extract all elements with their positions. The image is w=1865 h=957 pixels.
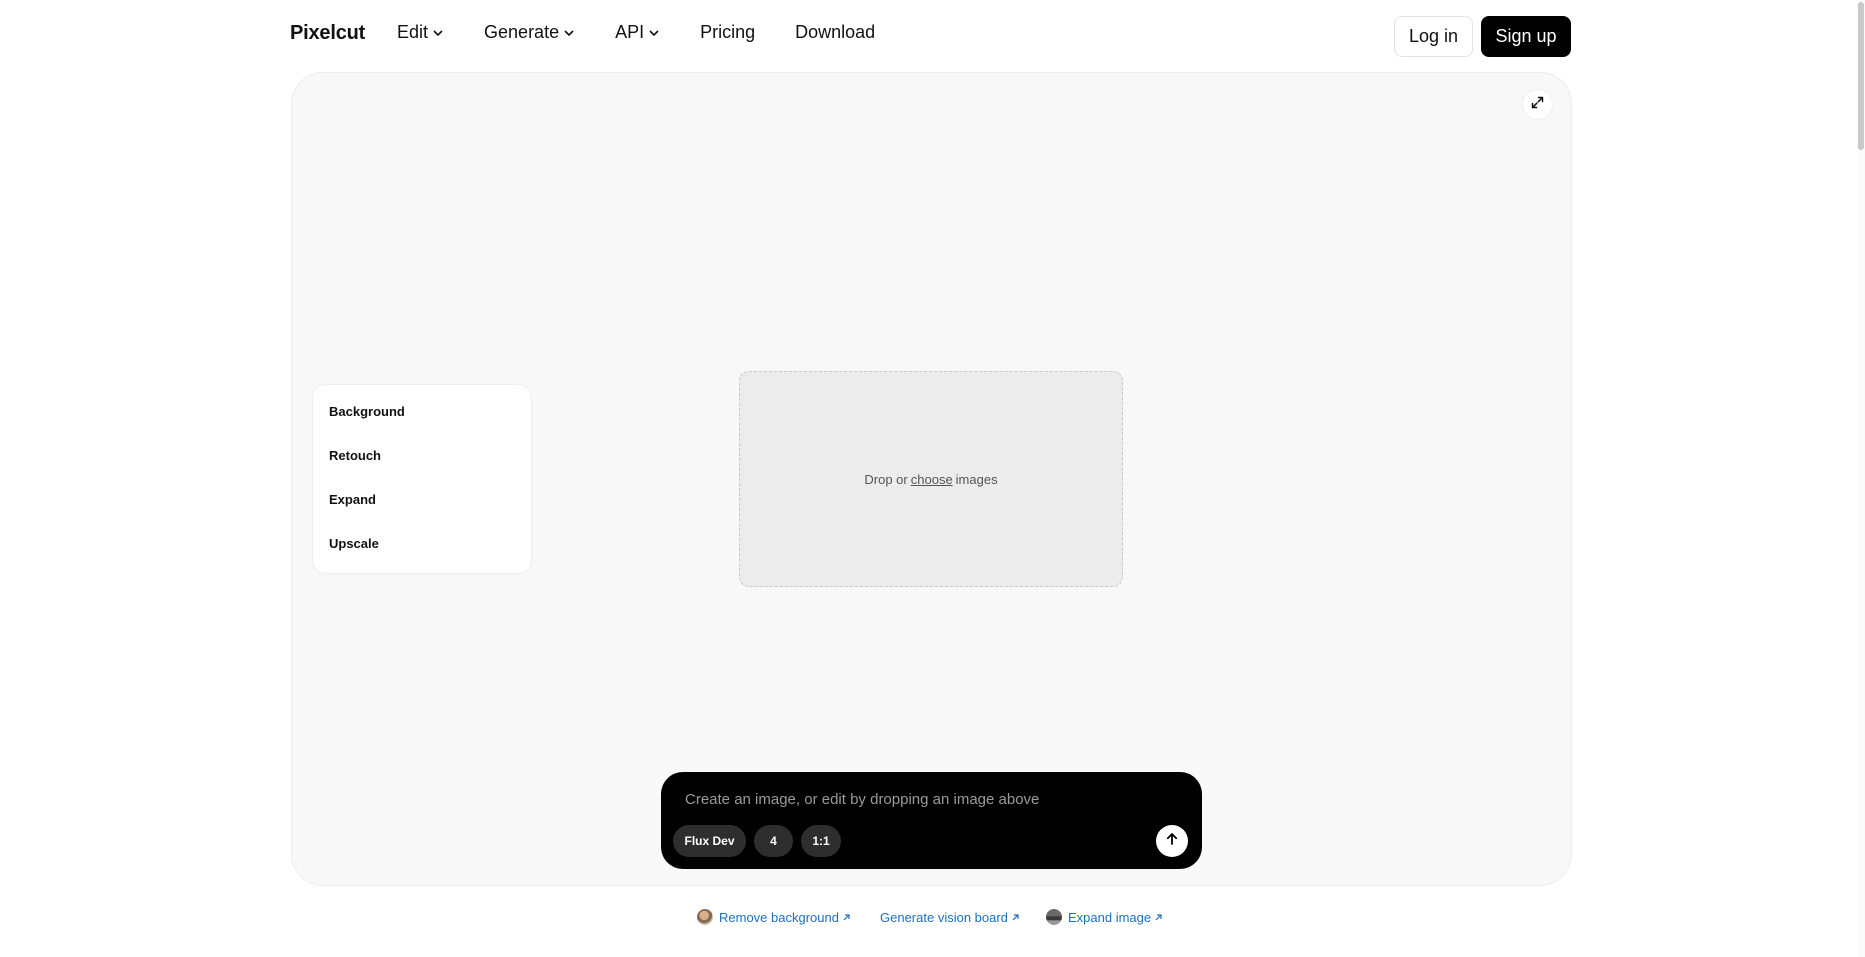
signup-button[interactable]: Sign up	[1481, 16, 1571, 57]
external-arrow-icon	[1011, 910, 1020, 925]
nav-item-edit[interactable]: Edit	[397, 22, 444, 43]
expand-arrows-icon	[1531, 96, 1544, 114]
choose-images-link[interactable]: choose	[911, 472, 953, 487]
tool-background[interactable]: Background	[313, 404, 531, 448]
tool-retouch[interactable]: Retouch	[313, 448, 531, 492]
chevron-down-icon	[563, 27, 575, 39]
drop-zone-prefix: Drop or	[864, 471, 908, 487]
nav-item-pricing[interactable]: Pricing	[700, 22, 755, 43]
chevron-down-icon	[432, 27, 444, 39]
quick-links: Remove background Generate vision board …	[0, 907, 1865, 927]
external-arrow-icon	[842, 910, 851, 925]
nav-item-label: Generate	[484, 22, 560, 42]
remove-background-link[interactable]: Remove background	[697, 907, 851, 927]
nav-item-download[interactable]: Download	[795, 22, 875, 43]
model-selector[interactable]: Flux Dev	[673, 825, 746, 857]
main-nav: Edit Generate API Pricing Download	[397, 22, 915, 43]
login-button[interactable]: Log in	[1394, 16, 1473, 57]
scrollbar-thumb[interactable]	[1858, 2, 1864, 150]
external-arrow-icon	[1154, 910, 1163, 925]
image-count-selector[interactable]: 4	[754, 825, 793, 857]
fullscreen-button[interactable]	[1522, 89, 1553, 120]
header: Pixelcut Edit Generate API Pricing Downl…	[0, 0, 1865, 72]
expand-image-link[interactable]: Expand image	[1046, 907, 1163, 927]
nav-item-generate[interactable]: Generate	[484, 22, 575, 43]
link-label: Generate vision board	[880, 909, 1008, 925]
nav-item-label: Pricing	[700, 22, 756, 42]
nav-item-label: Edit	[397, 22, 429, 42]
prompt-bar: Flux Dev 4 1:1	[661, 772, 1202, 869]
link-label: Remove background	[719, 909, 839, 925]
prompt-input[interactable]	[683, 786, 1163, 812]
arrow-up-icon	[1165, 832, 1179, 851]
drop-zone-suffix: images	[955, 471, 998, 487]
aspect-ratio-selector[interactable]: 1:1	[801, 825, 841, 857]
image-drop-zone[interactable]: Drop or choose images	[739, 371, 1123, 587]
generate-vision-board-link[interactable]: Generate vision board	[880, 907, 1020, 927]
link-label: Expand image	[1068, 909, 1152, 925]
tool-upscale[interactable]: Upscale	[313, 536, 531, 580]
chevron-down-icon	[648, 27, 660, 39]
thumbnail-avatar	[697, 909, 713, 925]
tool-expand[interactable]: Expand	[313, 492, 531, 536]
nav-item-api[interactable]: API	[615, 22, 660, 43]
send-button[interactable]	[1156, 825, 1188, 857]
thumbnail-avatar	[1046, 909, 1062, 925]
nav-item-label: Download	[795, 22, 876, 42]
page-scrollbar[interactable]	[1857, 0, 1865, 957]
nav-item-label: API	[615, 22, 645, 42]
tools-panel: Background Retouch Expand Upscale	[312, 384, 532, 574]
logo[interactable]: Pixelcut	[290, 22, 365, 45]
